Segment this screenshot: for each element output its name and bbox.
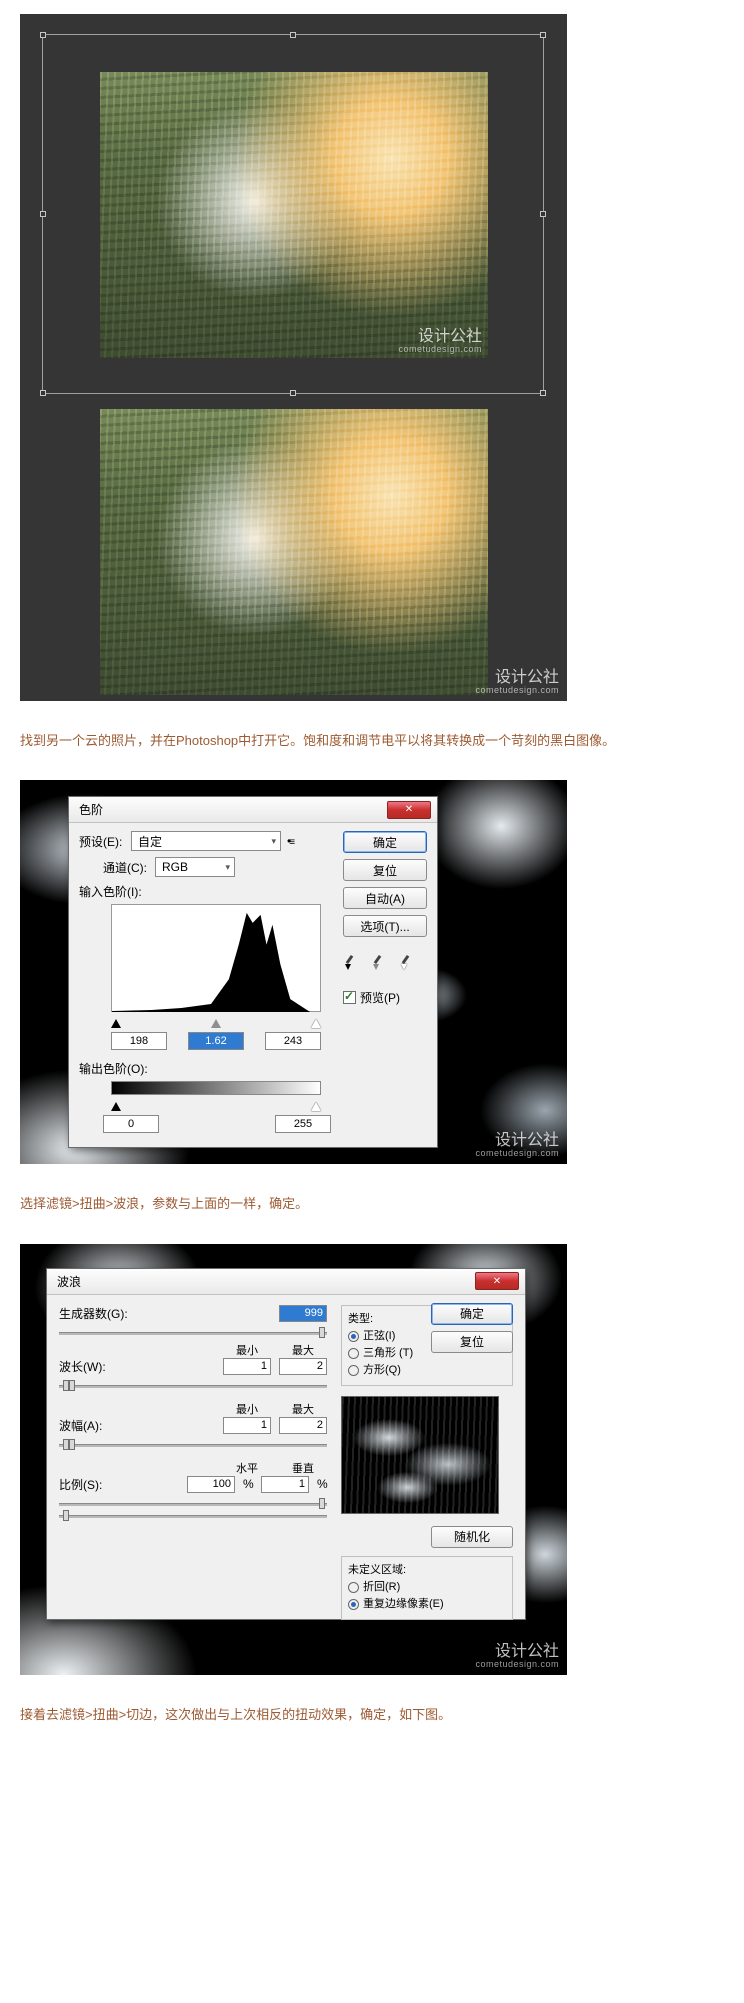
input-levels-label: 输入色阶(I): <box>79 883 333 900</box>
histogram <box>111 904 321 1012</box>
scale-v-field[interactable]: 1 <box>261 1476 309 1493</box>
max-header: 最大 <box>279 1342 327 1358</box>
channel-label: 通道(C): <box>103 859 149 876</box>
input-black-field[interactable]: 198 <box>111 1032 167 1050</box>
preset-select[interactable]: 自定▾ <box>131 831 281 851</box>
preset-menu-icon[interactable] <box>287 834 301 848</box>
channel-select[interactable]: RGB▾ <box>155 857 235 877</box>
transform-handle[interactable] <box>290 32 296 38</box>
output-gradient[interactable] <box>111 1081 321 1095</box>
amplitude-min-field[interactable]: 1 <box>223 1417 271 1434</box>
preview-label: 预览(P) <box>360 989 400 1006</box>
preset-label: 预设(E): <box>79 833 125 850</box>
scale-v-slider[interactable] <box>59 1513 327 1519</box>
output-levels-label: 输出色阶(O): <box>79 1060 333 1077</box>
white-point-handle[interactable] <box>311 1019 321 1028</box>
wave-dialog: 波浪 生成器数(G): 999 最小 最大 波长(W): <box>46 1268 526 1620</box>
auto-button[interactable]: 自动(A) <box>343 887 427 909</box>
wavelength-label: 波长(W): <box>59 1358 129 1375</box>
transform-handle[interactable] <box>540 390 546 396</box>
caption-3: 接着去滤镜>扭曲>切边，这次做出与上次相反的扭动效果，确定，如下图。 <box>0 1689 744 1740</box>
generators-slider[interactable] <box>59 1330 327 1336</box>
type-triangle-radio[interactable] <box>348 1348 359 1359</box>
caption-1: 找到另一个云的照片，并在Photoshop中打开它。饱和度和调节电平以将其转换成… <box>0 715 744 766</box>
screenshot-levels: 色阶 预设(E): 自定▾ 通道(C): RGB▾ 输入色阶(I) <box>20 780 567 1164</box>
scale-h-field[interactable]: 100 <box>187 1476 235 1493</box>
vert-header: 垂直 <box>279 1460 327 1476</box>
transform-handle[interactable] <box>40 390 46 396</box>
scale-label: 比例(S): <box>59 1476 129 1493</box>
generators-field[interactable]: 999 <box>279 1305 327 1322</box>
transform-handle[interactable] <box>540 32 546 38</box>
preview-image-bottom <box>100 409 488 695</box>
undef-repeat-radio[interactable] <box>348 1599 359 1610</box>
output-black-field[interactable]: 0 <box>103 1115 159 1133</box>
undefined-area-group: 未定义区域: 折回(R) 重复边缘像素(E) <box>341 1556 513 1620</box>
eyedropper-gray-icon[interactable] <box>371 953 391 973</box>
watermark: 设计公社cometudesign.com <box>398 329 482 354</box>
eyedropper-black-icon[interactable] <box>343 953 363 973</box>
cancel-button[interactable]: 复位 <box>431 1331 513 1353</box>
ok-button[interactable]: 确定 <box>343 831 427 853</box>
preview-checkbox[interactable] <box>343 991 356 1004</box>
out-black-handle[interactable] <box>111 1102 121 1111</box>
amplitude-label: 波幅(A): <box>59 1417 129 1434</box>
transform-handle[interactable] <box>540 211 546 217</box>
close-icon[interactable] <box>387 801 431 819</box>
ok-button[interactable]: 确定 <box>431 1303 513 1325</box>
preview-image-top: 设计公社cometudesign.com <box>100 72 488 358</box>
photoshop-canvas: 设计公社cometudesign.com 设计公社cometudesign.co… <box>20 14 567 701</box>
dialog-title: 色阶 <box>79 801 103 818</box>
type-square-radio[interactable] <box>348 1365 359 1376</box>
amplitude-max-field[interactable]: 2 <box>279 1417 327 1434</box>
transform-handle[interactable] <box>290 390 296 396</box>
black-point-handle[interactable] <box>111 1019 121 1028</box>
type-sine-radio[interactable] <box>348 1331 359 1342</box>
dialog-titlebar[interactable]: 色阶 <box>69 797 437 823</box>
screenshot-wave: 波浪 生成器数(G): 999 最小 最大 波长(W): <box>20 1244 567 1675</box>
levels-dialog: 色阶 预设(E): 自定▾ 通道(C): RGB▾ 输入色阶(I) <box>68 796 438 1148</box>
output-slider[interactable] <box>111 1097 321 1111</box>
transform-handle[interactable] <box>40 32 46 38</box>
transform-handle[interactable] <box>40 211 46 217</box>
min-header: 最小 <box>223 1342 271 1358</box>
gamma-handle[interactable] <box>211 1019 221 1028</box>
wavelength-min-field[interactable]: 1 <box>223 1358 271 1375</box>
randomize-button[interactable]: 随机化 <box>431 1526 513 1548</box>
watermark: 设计公社cometudesign.com <box>475 670 559 695</box>
dialog-titlebar[interactable]: 波浪 <box>47 1269 525 1295</box>
horiz-header: 水平 <box>223 1460 271 1476</box>
input-white-field[interactable]: 243 <box>265 1032 321 1050</box>
wave-preview <box>341 1396 499 1514</box>
output-white-field[interactable]: 255 <box>275 1115 331 1133</box>
options-button[interactable]: 选项(T)... <box>343 915 427 937</box>
generators-label: 生成器数(G): <box>59 1305 129 1322</box>
watermark: 设计公社cometudesign.com <box>475 1644 559 1669</box>
input-slider[interactable] <box>111 1014 321 1028</box>
input-gamma-field[interactable]: 1.62 <box>188 1032 244 1050</box>
eyedropper-white-icon[interactable] <box>399 953 419 973</box>
wavelength-max-field[interactable]: 2 <box>279 1358 327 1375</box>
out-white-handle[interactable] <box>311 1102 321 1111</box>
cancel-button[interactable]: 复位 <box>343 859 427 881</box>
amplitude-slider[interactable] <box>59 1442 327 1448</box>
close-icon[interactable] <box>475 1272 519 1290</box>
scale-h-slider[interactable] <box>59 1501 327 1507</box>
dialog-title: 波浪 <box>57 1273 81 1290</box>
undef-wrap-radio[interactable] <box>348 1582 359 1593</box>
wavelength-slider[interactable] <box>59 1383 327 1389</box>
watermark: 设计公社cometudesign.com <box>475 1133 559 1158</box>
caption-2: 选择滤镜>扭曲>波浪，参数与上面的一样，确定。 <box>0 1178 744 1229</box>
